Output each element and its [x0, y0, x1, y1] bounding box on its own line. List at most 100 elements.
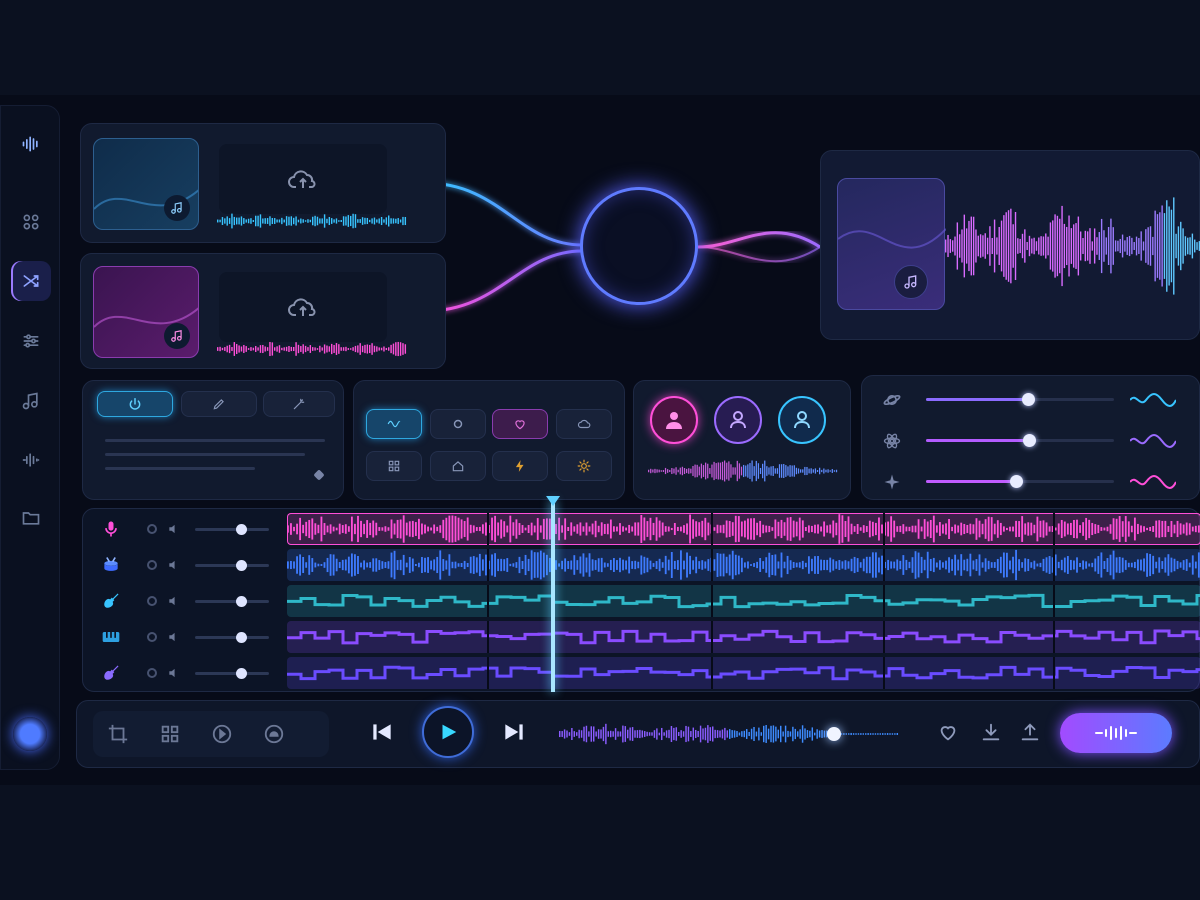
speaker-icon[interactable]	[167, 522, 181, 536]
shuffle-icon[interactable]	[11, 261, 51, 301]
volume-slider[interactable]	[195, 524, 269, 535]
record-icon[interactable]	[263, 723, 285, 745]
effect-heart[interactable]	[492, 409, 548, 439]
mode-tab-magic[interactable]	[263, 391, 335, 417]
solo-toggle[interactable]	[147, 524, 157, 534]
track-lane[interactable]	[287, 657, 1200, 689]
waveform-logo-icon[interactable]	[11, 124, 51, 164]
clip-divider	[883, 513, 885, 545]
clip-divider	[487, 621, 489, 653]
sun-icon	[577, 459, 591, 473]
upload-dropzone-2[interactable]	[219, 272, 387, 342]
multitrack-panel	[82, 508, 1200, 692]
waveform-icon	[617, 227, 661, 265]
heart-outline-icon[interactable]	[937, 721, 961, 745]
speaker-icon[interactable]	[167, 558, 181, 572]
play-icon	[442, 724, 457, 740]
solo-toggle[interactable]	[147, 560, 157, 570]
effect-bolt[interactable]	[492, 451, 548, 481]
voice-avatar-3[interactable]	[778, 396, 826, 444]
crop-icon[interactable]	[107, 723, 129, 745]
clip-divider	[1053, 549, 1055, 581]
source-card-2[interactable]	[80, 253, 446, 369]
grid-icon	[388, 460, 400, 472]
source-card-1[interactable]	[80, 123, 446, 243]
effect-circle[interactable]	[430, 409, 486, 439]
clip-divider	[487, 513, 489, 545]
effect-grid[interactable]	[366, 451, 422, 481]
voice-avatar-2[interactable]	[714, 396, 762, 444]
track-lane[interactable]	[287, 549, 1200, 581]
source-thumbnail-2[interactable]	[93, 266, 199, 358]
skip-back-icon[interactable]	[369, 719, 395, 745]
mode-tab-pencil[interactable]	[181, 391, 257, 417]
clip-divider	[1053, 585, 1055, 617]
output-thumbnail[interactable]	[837, 178, 946, 310]
volume-slider[interactable]	[195, 596, 269, 607]
mix-hub-button[interactable]	[580, 187, 698, 305]
track-lane[interactable]	[287, 513, 1200, 545]
track-header-bass	[91, 657, 281, 689]
upload-dropzone-1[interactable]	[219, 144, 387, 214]
track-lane[interactable]	[287, 585, 1200, 617]
home-icon	[452, 461, 464, 472]
parameter-slider-3[interactable]	[882, 472, 1176, 492]
volume-knob[interactable]	[235, 668, 247, 679]
speaker-icon[interactable]	[167, 630, 181, 644]
folder-icon[interactable]	[11, 498, 51, 538]
track-header-drums	[91, 549, 281, 581]
sine-wave-icon	[387, 420, 401, 428]
play-button[interactable]	[422, 706, 474, 758]
volume-slider[interactable]	[195, 632, 269, 643]
voice-panel	[633, 380, 851, 500]
speaker-icon[interactable]	[167, 666, 181, 680]
skip-forward-icon[interactable]	[501, 719, 527, 745]
music-mixer-app	[0, 95, 1200, 785]
volume-slider[interactable]	[195, 560, 269, 571]
prompt-text-line	[105, 453, 305, 456]
slider-knob[interactable]	[1010, 475, 1024, 488]
solo-toggle[interactable]	[147, 632, 157, 642]
user-status-indicator[interactable]	[13, 717, 47, 751]
sidebar	[0, 105, 60, 770]
audio-wave-icon[interactable]	[11, 440, 51, 480]
loop-icon[interactable]	[211, 723, 233, 745]
grid-icon[interactable]	[11, 202, 51, 242]
effect-cloud[interactable]	[556, 409, 612, 439]
upload-icon[interactable]	[1019, 721, 1043, 745]
playhead[interactable]	[551, 500, 556, 692]
track-lane[interactable]	[287, 621, 1200, 653]
effect-sun[interactable]	[556, 451, 612, 481]
music-note-icon	[164, 323, 190, 349]
solo-toggle[interactable]	[147, 668, 157, 678]
slider-knob[interactable]	[1021, 393, 1035, 406]
parameter-slider-2[interactable]	[882, 431, 1176, 451]
solo-toggle[interactable]	[147, 596, 157, 606]
clip-divider	[1053, 621, 1055, 653]
cloud-icon	[577, 419, 591, 429]
slider-knob[interactable]	[1023, 434, 1037, 447]
power-icon	[129, 398, 141, 410]
effect-sine[interactable]	[366, 409, 422, 439]
music-note-icon[interactable]	[11, 381, 51, 421]
speaker-icon[interactable]	[167, 594, 181, 608]
playback-progress-waveform[interactable]	[559, 721, 899, 747]
effect-home[interactable]	[430, 451, 486, 481]
volume-slider[interactable]	[195, 668, 269, 679]
source-thumbnail-1[interactable]	[93, 138, 199, 230]
resize-handle-icon[interactable]	[313, 469, 325, 481]
volume-knob[interactable]	[235, 560, 247, 571]
export-button[interactable]	[1060, 713, 1172, 753]
download-icon[interactable]	[980, 721, 1004, 745]
split-icon[interactable]	[159, 723, 181, 745]
volume-knob[interactable]	[235, 596, 247, 607]
sliders-icon[interactable]	[11, 321, 51, 361]
parameter-slider-1[interactable]	[882, 390, 1176, 410]
volume-knob[interactable]	[235, 524, 247, 535]
output-card[interactable]	[820, 150, 1200, 340]
mode-tab-power[interactable]	[97, 391, 173, 417]
volume-knob[interactable]	[235, 632, 247, 643]
planet-icon	[883, 394, 901, 406]
voice-avatar-1[interactable]	[650, 396, 698, 444]
user-outline-icon	[794, 411, 810, 429]
